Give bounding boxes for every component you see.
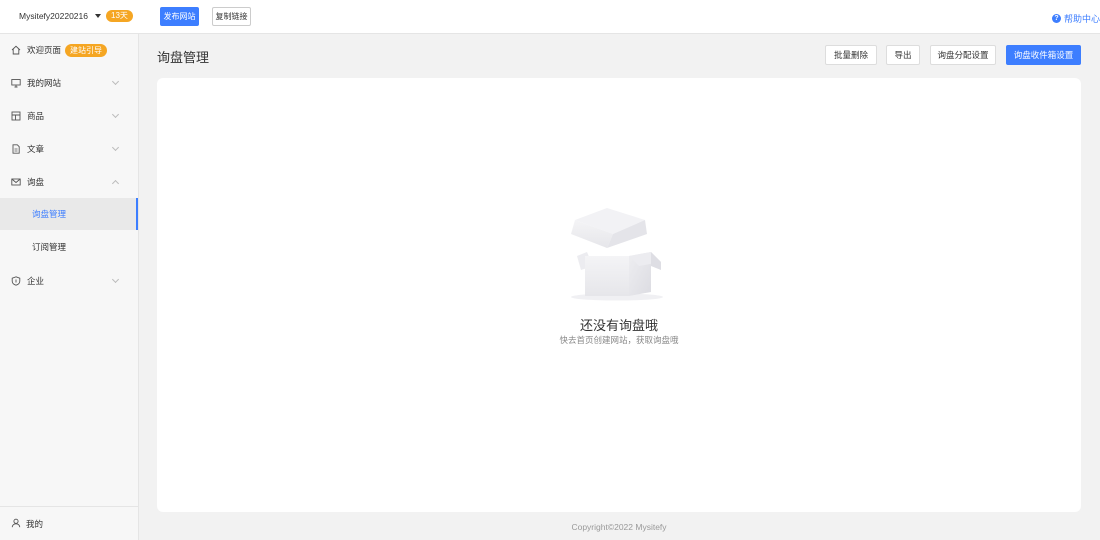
caret-down-icon bbox=[95, 14, 101, 18]
help-center-link[interactable]: ? 帮助中心 bbox=[1051, 12, 1100, 25]
sidebar-item-inquiries[interactable]: 询盘 bbox=[0, 166, 138, 198]
empty-box-illustration bbox=[571, 208, 663, 301]
sidebar-item-label: 询盘 bbox=[27, 177, 45, 187]
chevron-down-icon bbox=[111, 110, 120, 119]
sidebar-item-label: 企业 bbox=[27, 276, 45, 286]
user-icon bbox=[11, 518, 21, 530]
site-switcher[interactable]: Mysitefy20220216 13天 bbox=[19, 10, 133, 22]
content-card: 还没有询盘哦 快去首页创建网站，获取询盘哦 bbox=[157, 78, 1081, 512]
sidebar-item-my-website[interactable]: 我的网站 bbox=[0, 67, 138, 99]
chevron-up-icon bbox=[111, 179, 120, 188]
sidebar-item-label: 我的 bbox=[26, 518, 44, 529]
top-bar: Mysitefy20220216 13天 发布网站 复制链接 ? 帮助中心 bbox=[0, 0, 1100, 34]
site-name: Mysitefy20220216 bbox=[19, 11, 88, 21]
sidebar-item-enterprise[interactable]: 企业 bbox=[0, 265, 138, 297]
chevron-down-icon bbox=[111, 77, 120, 86]
mail-icon bbox=[11, 177, 21, 187]
days-remaining-badge: 13天 bbox=[106, 10, 133, 22]
help-icon: ? bbox=[1051, 14, 1061, 23]
inquiry-assignment-settings-button[interactable]: 询盘分配设置 bbox=[930, 45, 996, 65]
sidebar-subitem-subscription-management[interactable]: 订阅管理 bbox=[0, 231, 138, 263]
inquiry-inbox-settings-button[interactable]: 询盘收件箱设置 bbox=[1006, 45, 1081, 65]
chevron-down-icon bbox=[111, 143, 120, 152]
publish-site-button[interactable]: 发布网站 bbox=[160, 7, 199, 26]
sidebar-item-label: 我的网站 bbox=[27, 78, 62, 88]
chevron-down-icon bbox=[111, 275, 120, 284]
sidebar-item-label: 商品 bbox=[27, 111, 45, 121]
footer-copyright: Copyright©2022 Mysitefy bbox=[571, 522, 667, 532]
sidebar-item-label: 欢迎页面 bbox=[27, 45, 62, 55]
sidebar-item-label: 文章 bbox=[27, 144, 45, 154]
empty-state-description: 快去首页创建网站，获取询盘哦 bbox=[559, 335, 679, 345]
export-button[interactable]: 导出 bbox=[886, 45, 920, 65]
document-icon bbox=[11, 144, 21, 154]
home-icon bbox=[11, 45, 21, 55]
sidebar-subitem-inquiry-management[interactable]: 询盘管理 bbox=[0, 198, 138, 230]
sidebar-item-label: 订阅管理 bbox=[32, 242, 67, 252]
page-title: 询盘管理 bbox=[157, 50, 210, 65]
monitor-icon bbox=[11, 78, 21, 88]
sidebar-item-label: 询盘管理 bbox=[32, 209, 67, 219]
sidebar-item-me[interactable]: 我的 bbox=[0, 506, 138, 540]
sidebar-item-articles[interactable]: 文章 bbox=[0, 133, 138, 165]
copy-link-button[interactable]: 复制链接 bbox=[212, 7, 251, 26]
help-center-label: 帮助中心 bbox=[1063, 14, 1100, 24]
site-guide-badge[interactable]: 建站引导 bbox=[65, 43, 108, 57]
empty-state-title: 还没有询盘哦 bbox=[579, 318, 658, 333]
sidebar-item-products[interactable]: 商品 bbox=[0, 100, 138, 132]
sidebar: 欢迎页面 建站引导 我的网站 商品 文章 询盘 询盘管理 订阅管理 企业 我的 bbox=[0, 34, 139, 540]
batch-delete-button[interactable]: 批量删除 bbox=[825, 45, 877, 65]
grid-icon bbox=[11, 111, 21, 121]
sidebar-item-welcome[interactable]: 欢迎页面 建站引导 bbox=[0, 34, 138, 66]
shield-icon bbox=[11, 276, 21, 286]
